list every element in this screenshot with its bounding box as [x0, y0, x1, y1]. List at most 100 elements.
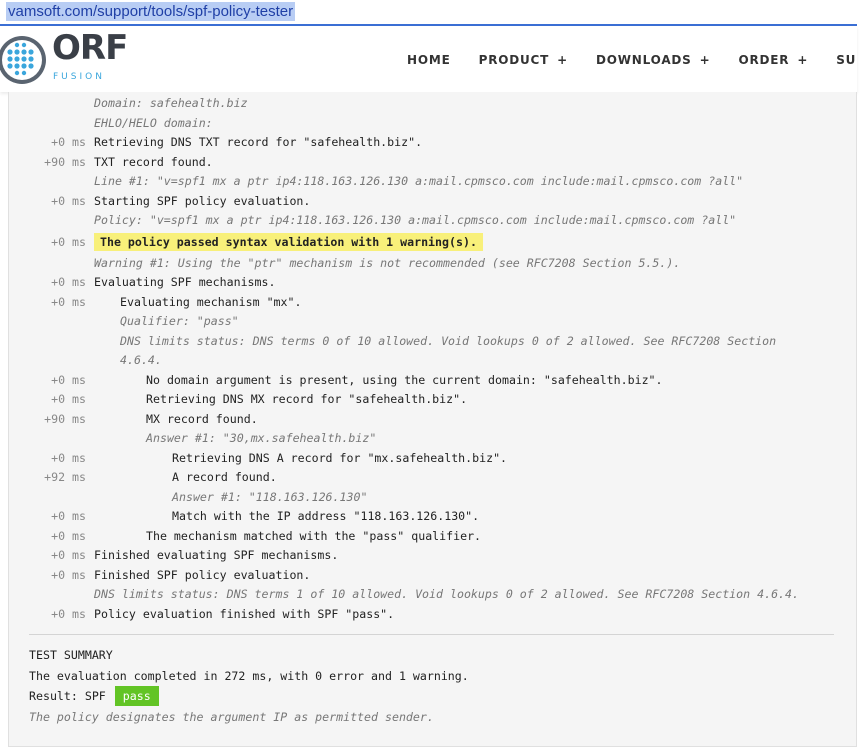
nav-label: DOWNLOADS: [596, 53, 692, 67]
summary-line: The evaluation completed in 272 ms, with…: [29, 668, 469, 683]
log-message: MX record found.: [146, 411, 258, 426]
log-message: Starting SPF policy evaluation.: [94, 193, 311, 208]
log-time: +92 ms: [44, 470, 86, 484]
summary-divider: [29, 634, 834, 635]
log-time: +0 ms: [51, 193, 86, 208]
result-label: Result: SPF: [29, 689, 106, 703]
log-message: Finished SPF policy evaluation.: [94, 567, 311, 582]
summary-note: The policy designates the argument IP as…: [29, 709, 434, 724]
log-message: Retrieving DNS A record for "mx.safeheal…: [172, 450, 508, 465]
log-message: Retrieving DNS TXT record for "safehealt…: [94, 135, 423, 149]
log-row: Domain: safehealth.biz: [9, 94, 856, 114]
log-row: +0 ms Finished evaluating SPF mechanisms.: [9, 546, 856, 566]
log-row: Answer #1: "30,mx.safehealth.biz": [9, 429, 856, 449]
log-message: Answer #1: "30,mx.safehealth.biz": [146, 431, 377, 445]
log-message: 4.6.4.: [120, 353, 162, 367]
log-row: EHLO/HELO domain:: [9, 114, 856, 134]
orf-fusion-logo[interactable]: ORF FUSION: [0, 28, 128, 88]
log-row: Policy: "v=spf1 mx a ptr ip4:118.163.126…: [9, 211, 856, 231]
logo-subtext: FUSION: [53, 72, 105, 82]
log-row: +0 ms Retrieving DNS A record for "mx.saf…: [9, 449, 856, 469]
expand-plus-icon[interactable]: +: [700, 53, 711, 67]
log-message: Evaluating mechanism "mx".: [120, 294, 302, 309]
log-message: TXT record found.: [94, 154, 213, 169]
log-message: Evaluating SPF mechanisms.: [94, 275, 276, 289]
log-row: +0 ms No domain argument is present, usin…: [9, 371, 856, 391]
log-message: Answer #1: "118.163.126.130": [172, 489, 368, 504]
log-row: +0 ms Evaluating mechanism "mx".: [9, 293, 856, 313]
log-row: +90 ms MX record found.: [9, 410, 856, 430]
test-summary: TEST SUMMARY The evaluation completed in…: [29, 645, 469, 727]
log-message: No domain argument is present, using the…: [146, 372, 663, 387]
log-row: +0 ms Retrieving DNS TXT record for "safe…: [9, 133, 856, 153]
log-row: +0 ms Retrieving DNS MX record for "safeh…: [9, 390, 856, 410]
log-row: DNS limits status: DNS terms 1 of 10 all…: [9, 585, 856, 605]
log-time: +0 ms: [51, 509, 86, 523]
log-row: 4.6.4.: [9, 351, 856, 371]
result-row: Result: SPF pass: [29, 686, 469, 707]
log-message: EHLO/HELO domain:: [94, 115, 213, 130]
log-message: Retrieving DNS MX record for "safehealth…: [146, 392, 468, 406]
log-row: +0 ms Policy evaluation finished with SPF…: [9, 605, 856, 625]
summary-heading: TEST SUMMARY: [29, 648, 113, 662]
log-time: +0 ms: [51, 234, 86, 249]
log-time: +0 ms: [51, 372, 86, 387]
log-message: DNS limits status: DNS terms 1 of 10 all…: [94, 587, 799, 601]
syntax-validation-highlight: The policy passed syntax validation with…: [94, 232, 483, 251]
logo-wordmark: ORF: [52, 28, 128, 68]
address-bar[interactable]: vamsoft.com/support/tools/spf-policy-tes…: [0, 0, 857, 26]
log-row: +90 ms TXT record found.: [9, 153, 856, 173]
log-time: +0 ms: [51, 606, 86, 621]
expand-plus-icon[interactable]: +: [797, 53, 808, 67]
log-message: Policy evaluation finished with SPF "pas…: [94, 606, 395, 621]
log-row: +0 ms Finished SPF policy evaluation.: [9, 566, 856, 586]
log-row: Qualifier: "pass": [9, 312, 856, 332]
result-badge: pass: [114, 686, 159, 706]
nav-item-suppo[interactable]: SUPPO: [836, 53, 857, 73]
log-message: A record found.: [172, 470, 277, 484]
log-time: +0 ms: [51, 294, 86, 309]
log-message: The mechanism matched with the "pass" qu…: [146, 528, 482, 543]
log-time: +0 ms: [51, 135, 86, 149]
log-row: DNS limits status: DNS terms 0 of 10 all…: [9, 332, 856, 352]
evaluation-log: Domain: safehealth.biz EHLO/HELO domain: +…: [9, 94, 856, 624]
log-message-highlight: The policy passed syntax validation with…: [94, 231, 483, 254]
log-row: +0 ms Starting SPF policy evaluation.: [9, 192, 856, 212]
log-time: +90 ms: [44, 411, 86, 426]
log-row: +0 ms Evaluating SPF mechanisms.: [9, 273, 856, 293]
results-panel: Domain: safehealth.biz EHLO/HELO domain: +…: [8, 92, 857, 747]
expand-plus-icon[interactable]: +: [557, 53, 568, 67]
nav-item-order[interactable]: ORDER +: [739, 53, 809, 73]
nav-label: HOME: [407, 53, 451, 67]
log-message: Warning #1: Using the "ptr" mechanism is…: [94, 255, 681, 270]
nav-label: PRODUCT: [478, 53, 550, 67]
log-message: Finished evaluating SPF mechanisms.: [94, 548, 339, 562]
log-time: +0 ms: [51, 275, 86, 289]
log-message: Line #1: "v=spf1 mx a ptr ip4:118.163.12…: [94, 174, 744, 188]
log-time: +0 ms: [51, 548, 86, 562]
log-row: Warning #1: Using the "ptr" mechanism is…: [9, 254, 856, 274]
log-row: +0 ms The policy passed syntax validation…: [9, 231, 856, 254]
log-message: Domain: safehealth.biz: [94, 96, 248, 110]
nav-label: SUPPO: [836, 53, 857, 67]
log-row: +0 ms The mechanism matched with the "pas…: [9, 527, 856, 547]
url-text[interactable]: vamsoft.com/support/tools/spf-policy-tes…: [6, 2, 296, 21]
log-time: +0 ms: [51, 392, 86, 406]
main-nav: HOME PRODUCT + DOWNLOADS + ORDER + SUPPO: [407, 53, 857, 73]
log-time: +90 ms: [44, 154, 86, 169]
log-time: +0 ms: [51, 450, 86, 465]
log-row: Line #1: "v=spf1 mx a ptr ip4:118.163.12…: [9, 172, 856, 192]
log-time: +0 ms: [51, 567, 86, 582]
nav-item-product[interactable]: PRODUCT +: [479, 53, 568, 73]
nav-item-downloads[interactable]: DOWNLOADS +: [596, 53, 711, 73]
nav-label: ORDER: [738, 53, 790, 67]
nav-item-home[interactable]: HOME: [407, 53, 451, 73]
log-row: +0 ms Match with the IP address "118.163.…: [9, 507, 856, 527]
log-message: DNS limits status: DNS terms 0 of 10 all…: [120, 333, 777, 348]
log-message: Qualifier: "pass": [120, 314, 239, 328]
log-time: +0 ms: [51, 528, 86, 543]
log-message: Match with the IP address "118.163.126.1…: [172, 509, 480, 523]
site-header: ORF FUSION HOME PRODUCT + DOWNLOADS + ORDER + S…: [0, 26, 857, 92]
log-row: Answer #1: "118.163.126.130": [9, 488, 856, 508]
log-row: +92 ms A record found.: [9, 468, 856, 488]
